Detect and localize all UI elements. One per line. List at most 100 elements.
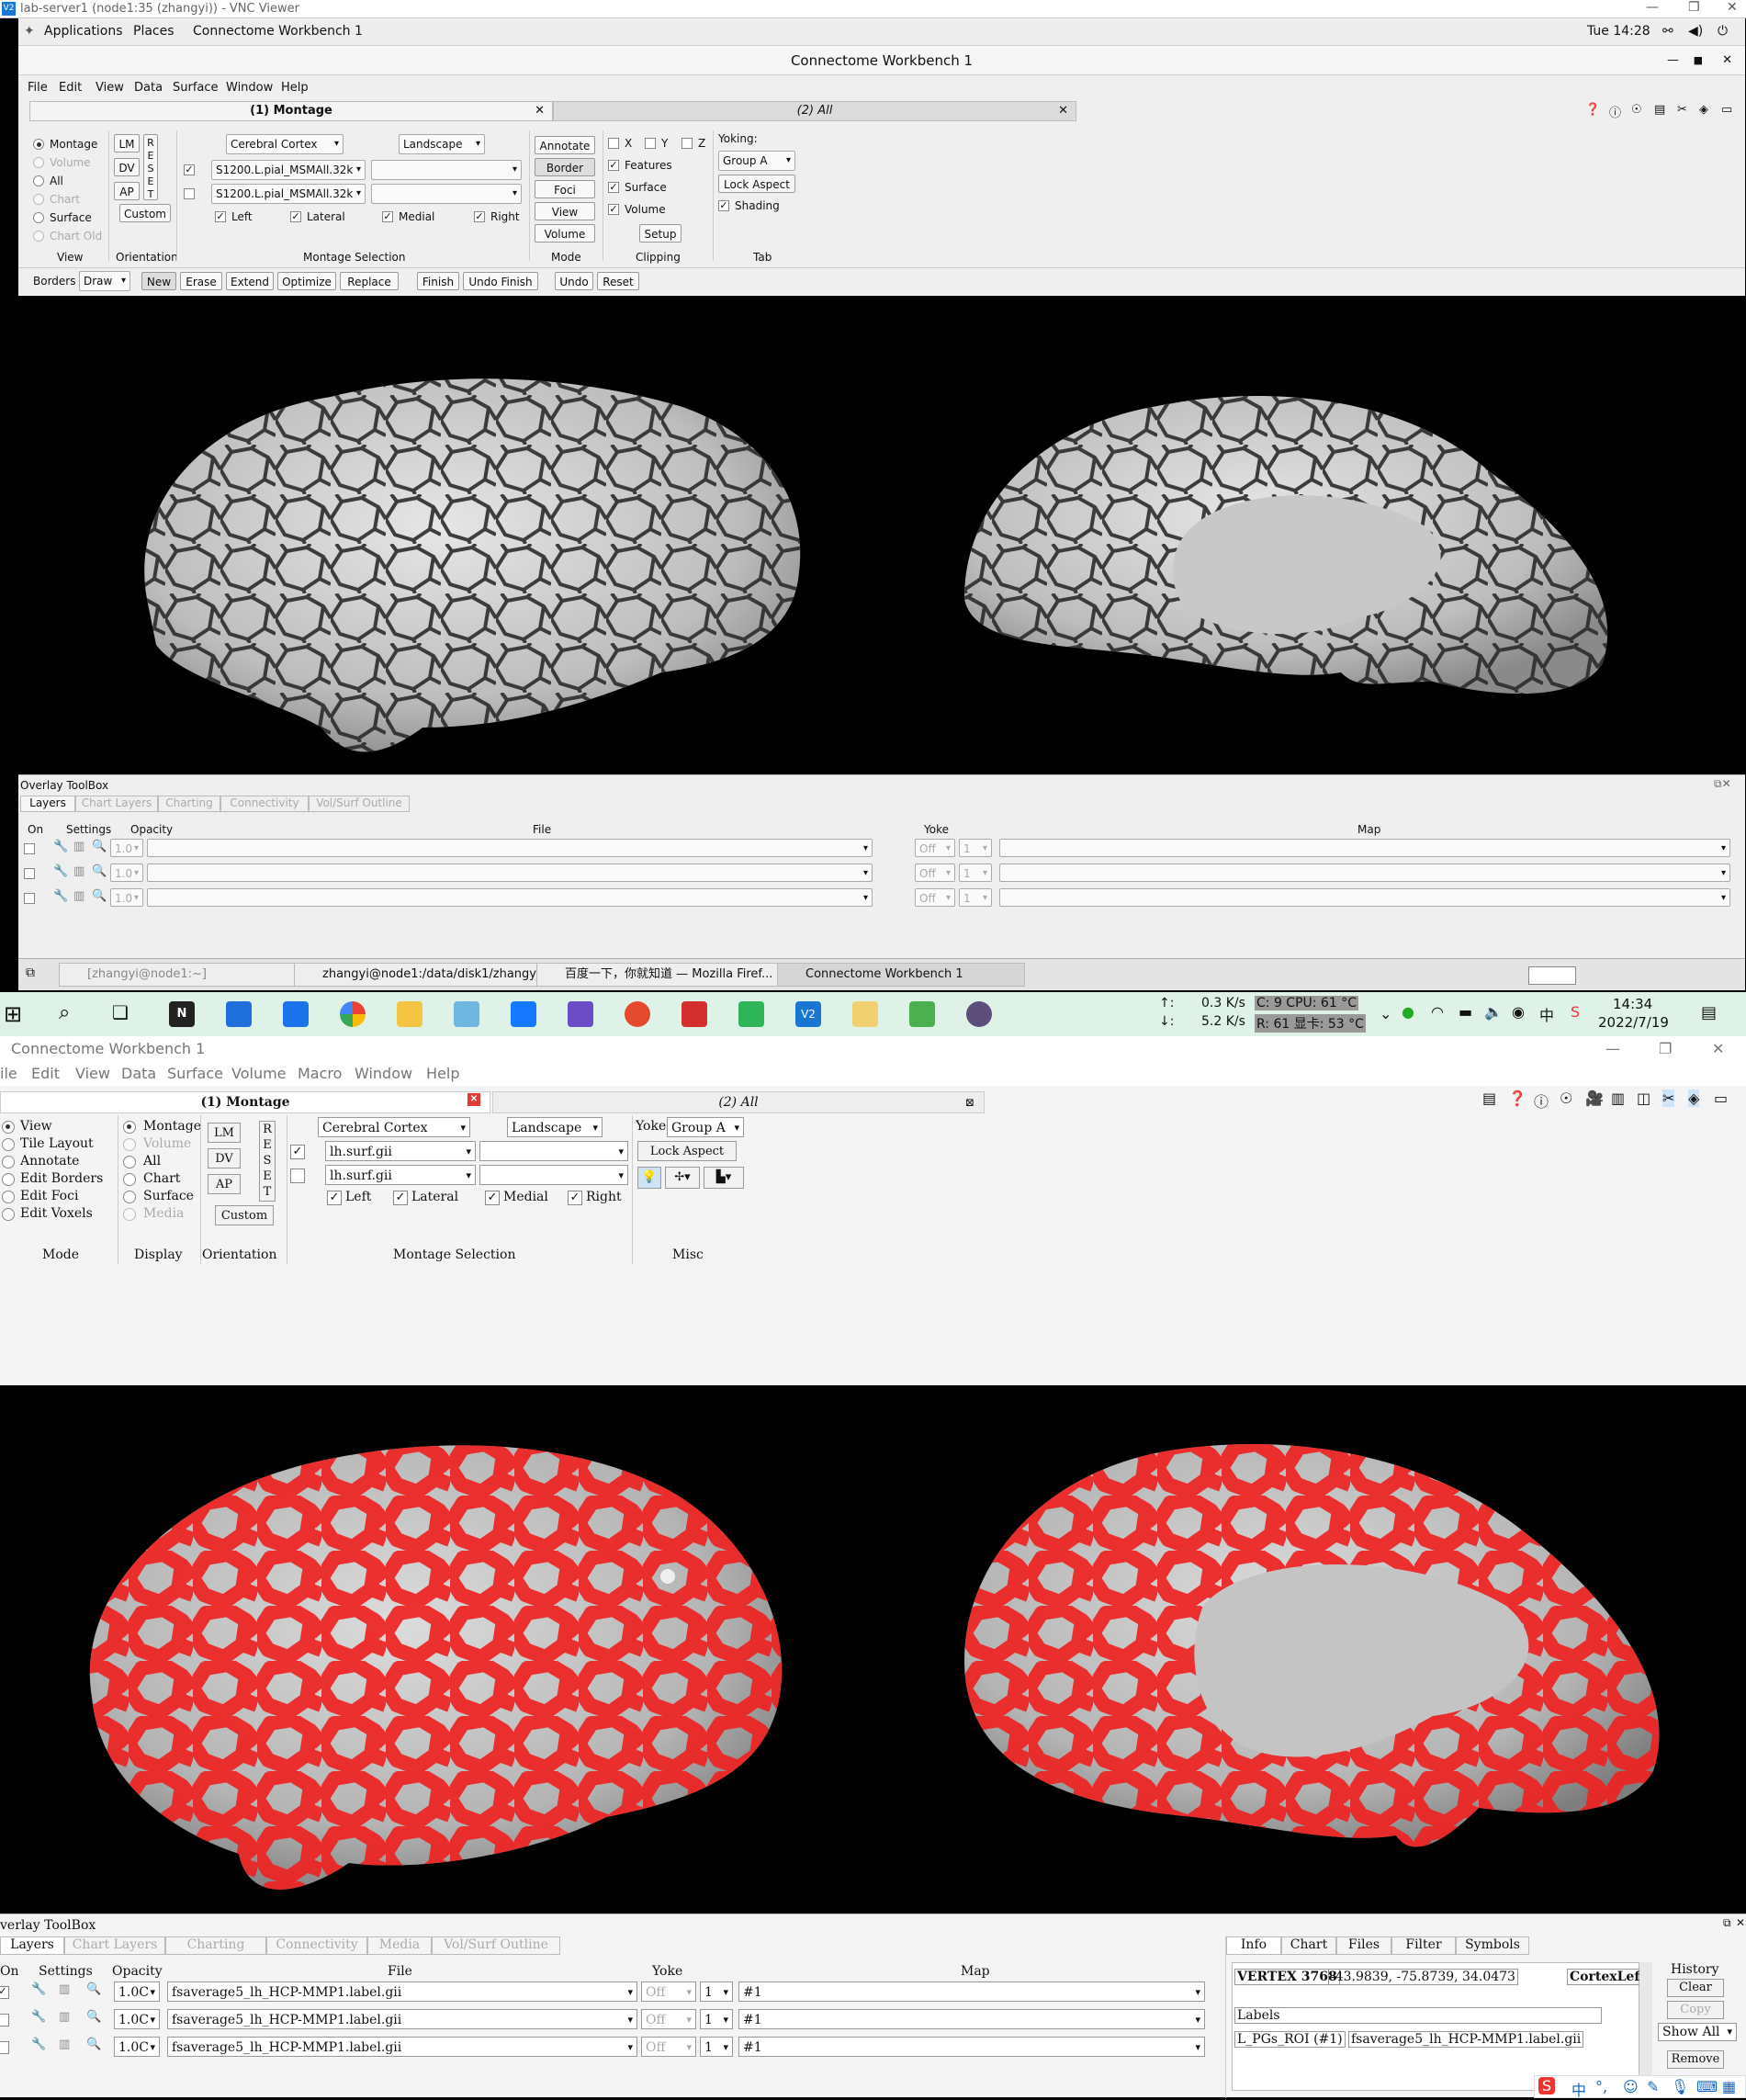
wrench-icon[interactable]: 🔧: [31, 2010, 46, 2024]
map-index-spinner[interactable]: 1: [959, 864, 992, 882]
taskbar-date[interactable]: 2022/7/19: [1598, 1014, 1669, 1031]
ime-icon[interactable]: 中: [1539, 1003, 1554, 1025]
new-border-button[interactable]: New: [141, 272, 176, 290]
tab-info[interactable]: Info: [1226, 1936, 1281, 1955]
clear-button[interactable]: Clear: [1667, 1979, 1724, 1997]
map-dropdown[interactable]: #1: [738, 2009, 1205, 2029]
help-icon[interactable]: ❓: [1585, 103, 1600, 117]
tab-vol-surf-outline[interactable]: Vol/Surf Outline: [309, 796, 410, 812]
app-icon[interactable]: [738, 1001, 764, 1027]
palette-icon[interactable]: ▥: [73, 840, 84, 853]
tab-chart-layers[interactable]: Chart Layers: [64, 1936, 165, 1955]
menu-view[interactable]: View: [96, 81, 124, 95]
lateral-checkbox[interactable]: ✓: [393, 1191, 408, 1205]
radio-media[interactable]: [123, 1208, 136, 1221]
surface2-checkbox[interactable]: [184, 188, 195, 199]
preferences-icon[interactable]: ◫: [1637, 1090, 1650, 1107]
setup-button[interactable]: Setup: [639, 224, 682, 243]
ruler-dropdown-icon[interactable]: ▙▾: [704, 1167, 744, 1189]
volume-icon[interactable]: ◀): [1688, 24, 1703, 39]
tab-symbols[interactable]: Symbols: [1456, 1936, 1529, 1955]
minimize-icon[interactable]: —: [1646, 0, 1659, 15]
surface2-secondary-dropdown[interactable]: [371, 184, 522, 204]
movie-icon[interactable]: 🎥: [1585, 1090, 1604, 1107]
structure-dropdown[interactable]: Cerebral Cortex: [318, 1117, 470, 1137]
reset-button[interactable]: RESET: [143, 134, 158, 200]
sogou-logo-icon[interactable]: S: [1538, 2077, 1556, 2094]
taskbar-item-workbench[interactable]: Connectome Workbench 1: [777, 963, 1025, 987]
power-icon[interactable]: ⏻: [1718, 24, 1728, 39]
wrench-icon[interactable]: 🔧: [53, 864, 68, 878]
custom-button[interactable]: Custom: [215, 1205, 274, 1225]
app-icon[interactable]: [852, 1001, 878, 1027]
yoke-dropdown[interactable]: Off: [915, 839, 955, 857]
menu-edit[interactable]: Edit: [59, 81, 82, 95]
dv-button[interactable]: DV: [208, 1148, 241, 1169]
radio-montage[interactable]: [33, 139, 44, 150]
medial-checkbox[interactable]: ✓: [382, 211, 393, 222]
structure-dropdown[interactable]: Cerebral Cortex: [226, 134, 344, 154]
close-icon[interactable]: ✕: [1736, 1916, 1745, 1929]
radio-volume[interactable]: [123, 1138, 136, 1151]
maximize-icon[interactable]: ■: [1694, 46, 1703, 75]
menu-file[interactable]: File: [28, 81, 48, 95]
opacity-spinner[interactable]: 1.0C: [114, 1981, 160, 2002]
yoke-dropdown[interactable]: Off: [641, 2037, 696, 2057]
yoke-dropdown[interactable]: Off: [915, 888, 955, 907]
layer-on-checkbox[interactable]: [24, 893, 35, 904]
palette-icon[interactable]: ▥: [59, 1982, 70, 1996]
yoke-dropdown[interactable]: Off: [915, 864, 955, 882]
float-close-icons[interactable]: ⧉✕: [1714, 777, 1731, 791]
map-index-spinner[interactable]: 1: [959, 888, 992, 907]
tools-icon[interactable]: ✂: [1662, 1090, 1675, 1107]
surface2-dropdown[interactable]: lh.surf.gii: [325, 1165, 476, 1185]
tab-charting[interactable]: Charting: [165, 1936, 266, 1955]
opacity-spinner[interactable]: 1.0: [110, 888, 143, 907]
show-all-dropdown[interactable]: Show All: [1658, 2023, 1737, 2041]
tab-files[interactable]: Files: [1336, 1936, 1391, 1955]
colorbar-icon[interactable]: 🔍: [86, 1982, 101, 1996]
radio-surface[interactable]: [33, 212, 44, 223]
tab-layers[interactable]: Layers: [0, 1936, 64, 1955]
windows-start-icon[interactable]: ⊞: [4, 1001, 22, 1027]
medial-checkbox[interactable]: ✓: [485, 1191, 500, 1205]
chrome-icon[interactable]: [340, 1001, 366, 1027]
yoke-dropdown[interactable]: Off: [641, 1981, 696, 2002]
clip-z-checkbox[interactable]: [682, 138, 693, 149]
info-icon[interactable]: ⓘ: [1534, 1090, 1549, 1112]
radio-all[interactable]: [33, 175, 44, 186]
mail-icon[interactable]: [283, 1001, 309, 1027]
radio-edit-foci[interactable]: [2, 1191, 15, 1203]
radio-all[interactable]: [123, 1156, 136, 1169]
volume-mode-button[interactable]: Volume: [535, 224, 595, 243]
app-icon[interactable]: [568, 1001, 593, 1027]
tab-all[interactable]: (2) All ⊠: [492, 1091, 985, 1113]
tab-montage[interactable]: (1) Montage ✕: [29, 101, 553, 121]
colorbar-icon[interactable]: 🔍: [86, 2038, 101, 2051]
annotate-button[interactable]: Annotate: [535, 136, 595, 154]
file-explorer-icon[interactable]: [397, 1001, 422, 1027]
battery-icon[interactable]: ▬: [1459, 1003, 1472, 1021]
radio-surface[interactable]: [123, 1191, 136, 1203]
menu-data[interactable]: Data: [134, 81, 163, 95]
file-dropdown[interactable]: fsaverage5_lh_HCP-MMP1.label.gii: [167, 2037, 637, 2057]
opacity-spinner[interactable]: 1.0C: [114, 2009, 160, 2029]
border-button[interactable]: Border: [535, 158, 595, 176]
dingtalk-icon[interactable]: [511, 1001, 536, 1027]
colorbar-icon[interactable]: 🔍: [92, 889, 107, 903]
taskbar-time[interactable]: 14:34: [1613, 996, 1652, 1012]
tab-all[interactable]: (2) All ✕: [553, 101, 1076, 121]
close-icon[interactable]: ✕: [1712, 1036, 1724, 1062]
radio-volume[interactable]: [33, 157, 44, 168]
surface2-checkbox[interactable]: [290, 1169, 305, 1183]
app-icon[interactable]: [909, 1001, 935, 1027]
menu-volume[interactable]: Volume: [231, 1065, 287, 1082]
close-tab-icon[interactable]: ⊠: [965, 1092, 974, 1112]
capture-icon[interactable]: ▤: [1654, 103, 1665, 117]
task-view-icon[interactable]: ❏: [112, 1001, 129, 1023]
lm-button[interactable]: LM: [208, 1123, 241, 1143]
tab-chart-layers[interactable]: Chart Layers: [75, 796, 158, 812]
restore-icon[interactable]: ❐: [1688, 0, 1700, 15]
menu-view[interactable]: View: [75, 1065, 110, 1082]
notion-icon[interactable]: N: [169, 1001, 195, 1027]
